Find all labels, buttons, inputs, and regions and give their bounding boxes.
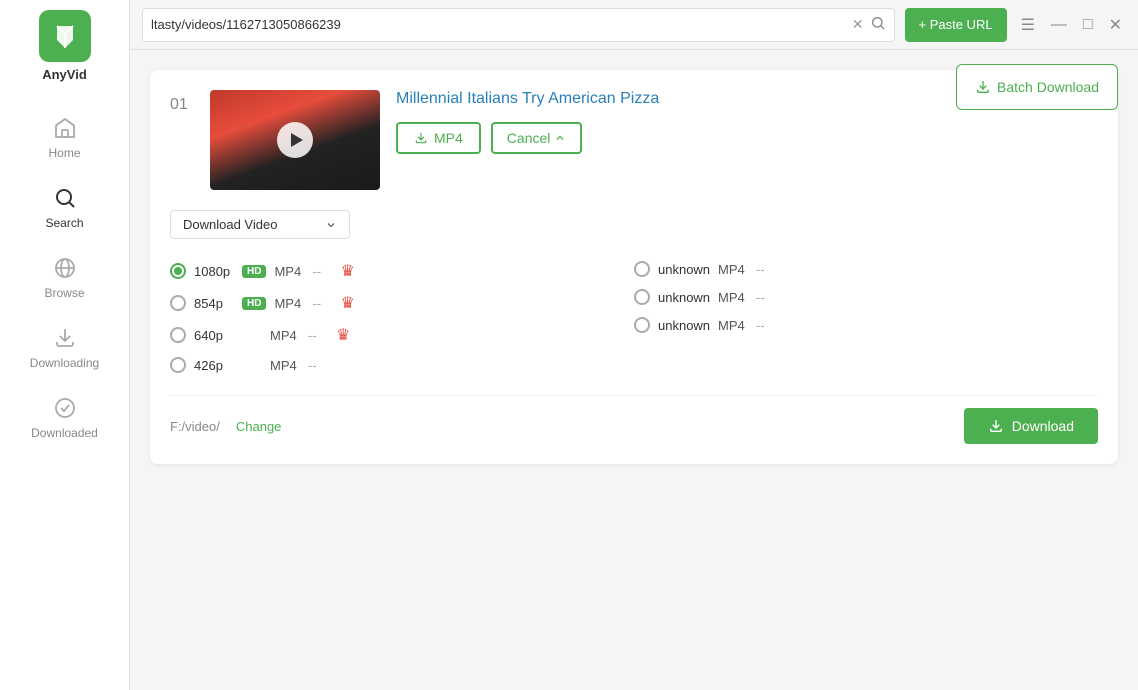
radio-unknown-1[interactable] [634,261,650,277]
minimize-button[interactable]: — [1047,15,1071,35]
sidebar-item-browse[interactable]: Browse [0,242,129,312]
sidebar-item-downloaded[interactable]: Downloaded [0,382,129,452]
quality-label-unknown-1: unknown [658,262,710,277]
quality-label-unknown-2: unknown [658,290,710,305]
format-unknown-2: MP4 [718,290,748,305]
format-1080p: MP4 [274,264,304,279]
radio-unknown-3[interactable] [634,317,650,333]
mp4-label: MP4 [434,130,463,146]
format-640p: MP4 [270,328,300,343]
maximize-button[interactable]: □ [1079,15,1097,35]
home-icon [51,114,79,142]
crown-icon-854p: ♛ [340,293,354,313]
close-button[interactable]: ✕ [1105,15,1126,35]
url-text: ltasty/videos/1162713050866239 [151,17,846,32]
quality-label-640p: 640p [194,328,234,343]
format-unknown-3: MP4 [718,318,748,333]
quality-row-854p: 854p HD MP4 -- ♛ [170,287,634,319]
sidebar-item-downloading[interactable]: Downloading [0,312,129,382]
quality-label-unknown-3: unknown [658,318,710,333]
format-selector: Download Video [170,210,1098,239]
format-854p: MP4 [274,296,304,311]
app-logo [39,10,91,62]
hd-badge-1080p: HD [242,265,266,278]
crown-icon-1080p: ♛ [340,261,354,281]
sidebar-item-home[interactable]: Home [0,102,129,172]
titlebar: ltasty/videos/1162713050866239 ✕ + Paste… [130,0,1138,50]
video-thumbnail [210,90,380,190]
video-card: 01 Millennial Italians Try American Pizz… [150,70,1118,464]
size-unknown-1: -- [756,262,776,277]
footer-left: F:/video/ Change [170,419,281,434]
quality-row-unknown-3: unknown MP4 -- [634,311,1098,339]
size-unknown-2: -- [756,290,776,305]
downloaded-icon [51,394,79,422]
menu-button[interactable]: ☰ [1017,15,1039,35]
url-clear-button[interactable]: ✕ [852,16,864,33]
sidebar: AnyVid Home Search Browse [0,0,130,690]
quality-grid: 1080p HD MP4 -- ♛ 854p HD MP4 -- ♛ [170,255,1098,379]
quality-label-426p: 426p [194,358,234,373]
sidebar-item-home-label: Home [48,146,80,160]
size-426p: -- [308,358,328,373]
cancel-button[interactable]: Cancel [491,122,583,154]
window-controls: ☰ — □ ✕ [1017,15,1126,35]
radio-640p[interactable] [170,327,186,343]
format-426p: MP4 [270,358,300,373]
crown-icon-640p: ♛ [336,325,350,345]
content-area: 01 Millennial Italians Try American Pizz… [130,50,1138,690]
mp4-button[interactable]: MP4 [396,122,481,154]
sidebar-item-downloaded-label: Downloaded [31,426,98,440]
format-dropdown-label: Download Video [183,217,277,232]
folder-path: F:/video/ [170,419,220,434]
size-unknown-3: -- [756,318,776,333]
change-folder-button[interactable]: Change [236,419,282,434]
quality-label-854p: 854p [194,296,234,311]
download-button[interactable]: Download [964,408,1098,444]
logo-area: AnyVid [39,10,91,82]
main-area: ltasty/videos/1162713050866239 ✕ + Paste… [130,0,1138,690]
batch-download-button[interactable]: Batch Download [956,64,1118,110]
quality-row-unknown-1: unknown MP4 -- [634,255,1098,283]
hd-badge-854p: HD [242,297,266,310]
quality-row-1080p: 1080p HD MP4 -- ♛ [170,255,634,287]
sidebar-item-search[interactable]: Search [0,172,129,242]
quality-label-1080p: 1080p [194,264,234,279]
size-854p: -- [312,296,332,311]
sidebar-item-downloading-label: Downloading [30,356,99,370]
quality-column-left: 1080p HD MP4 -- ♛ 854p HD MP4 -- ♛ [170,255,634,379]
size-1080p: -- [312,264,332,279]
radio-inner-1080p [174,267,182,275]
cancel-label: Cancel [507,130,551,146]
download-label: Download [1012,418,1074,434]
radio-854p[interactable] [170,295,186,311]
sidebar-item-search-label: Search [45,216,83,230]
play-triangle-icon [291,133,303,147]
quality-column-right: unknown MP4 -- unknown MP4 -- unknow [634,255,1098,379]
format-unknown-1: MP4 [718,262,748,277]
card-footer: F:/video/ Change Download [170,395,1098,444]
quality-row-unknown-2: unknown MP4 -- [634,283,1098,311]
url-bar: ltasty/videos/1162713050866239 ✕ [142,8,895,42]
browse-icon [51,254,79,282]
batch-download-label: Batch Download [997,79,1099,95]
radio-unknown-2[interactable] [634,289,650,305]
url-search-icon[interactable] [870,15,886,34]
radio-426p[interactable] [170,357,186,373]
sidebar-item-browse-label: Browse [44,286,84,300]
quality-row-426p: 426p MP4 -- [170,351,634,379]
app-name: AnyVid [42,67,87,82]
paste-url-label: + Paste URL [919,17,993,32]
search-icon [51,184,79,212]
play-button[interactable] [277,122,313,158]
format-dropdown-button[interactable]: Download Video [170,210,350,239]
paste-url-button[interactable]: + Paste URL [905,8,1007,42]
size-640p: -- [308,328,328,343]
quality-row-640p: 640p MP4 -- ♛ [170,319,634,351]
radio-1080p[interactable] [170,263,186,279]
video-actions: MP4 Cancel [396,122,1098,154]
downloading-icon [51,324,79,352]
video-index: 01 [170,96,194,114]
